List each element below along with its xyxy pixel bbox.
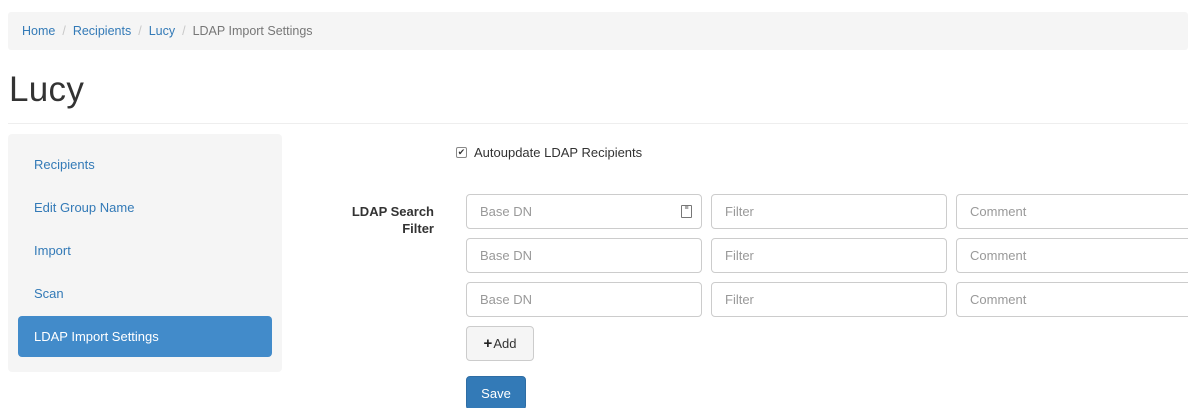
comment-input[interactable]: [956, 238, 1188, 273]
breadcrumb-separator: /: [62, 24, 66, 38]
filter-input[interactable]: [711, 194, 947, 229]
autoupdate-checkbox[interactable]: ✔: [456, 147, 467, 158]
autoupdate-checkbox-row[interactable]: ✔ Autoupdate LDAP Recipients: [456, 145, 642, 160]
title-divider: [8, 123, 1188, 124]
breadcrumb-recipients-link[interactable]: Recipients: [73, 24, 131, 38]
base-dn-input[interactable]: [466, 194, 702, 229]
filter-input[interactable]: [711, 238, 947, 273]
breadcrumb-home-link[interactable]: Home: [22, 24, 55, 38]
base-dn-input[interactable]: [466, 282, 702, 317]
sidebar-item-edit-group-name[interactable]: Edit Group Name: [18, 187, 272, 228]
ldap-search-filter-label: LDAP Search Filter: [351, 204, 434, 236]
sidebar-item-recipients[interactable]: Recipients: [18, 144, 272, 185]
sidebar-item-import[interactable]: Import: [18, 230, 272, 271]
filter-input[interactable]: [711, 282, 947, 317]
sidebar-nav: Recipients Edit Group Name Import Scan L…: [8, 134, 282, 372]
autoupdate-label: Autoupdate LDAP Recipients: [474, 145, 643, 160]
add-label: Add: [493, 336, 517, 351]
filter-row: [466, 282, 1188, 317]
breadcrumb-separator: /: [138, 24, 142, 38]
comment-input[interactable]: [956, 194, 1188, 229]
comment-input[interactable]: [956, 282, 1188, 317]
breadcrumb-separator: /: [182, 24, 186, 38]
sidebar-item-scan[interactable]: Scan: [18, 273, 272, 314]
base-dn-wrapper: ≡: [466, 194, 702, 229]
sidebar-item-ldap-import-settings[interactable]: LDAP Import Settings: [18, 316, 272, 357]
breadcrumb-current: LDAP Import Settings: [192, 24, 313, 38]
breadcrumb: Home / Recipients / Lucy / LDAP Import S…: [8, 12, 1188, 50]
contact-card-icon[interactable]: ≡: [681, 205, 692, 218]
filter-row: [466, 238, 1188, 273]
filter-row: ≡: [466, 194, 1188, 229]
save-button[interactable]: Save: [466, 376, 526, 408]
breadcrumb-lucy-link[interactable]: Lucy: [149, 24, 175, 38]
page-title: Lucy: [9, 70, 85, 109]
add-filter-button[interactable]: + Add: [466, 326, 534, 361]
base-dn-input[interactable]: [466, 238, 702, 273]
plus-icon: +: [483, 335, 493, 352]
